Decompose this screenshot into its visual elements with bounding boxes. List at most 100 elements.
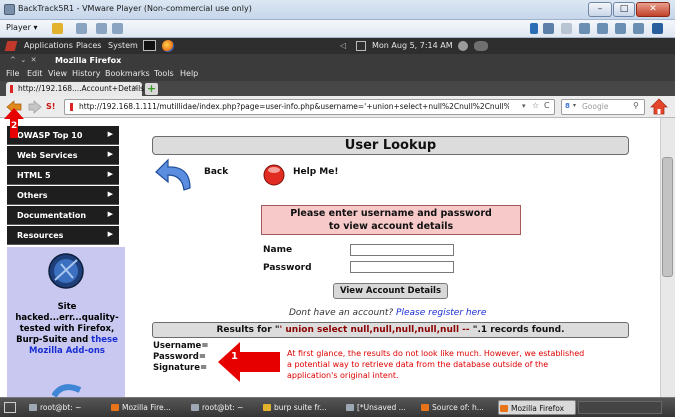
menu-bookmarks[interactable]: Bookmarks: [105, 69, 150, 78]
register-link[interactable]: Please register here: [396, 308, 486, 318]
help-icon[interactable]: [262, 163, 286, 187]
vmware-titlebar: BackTrack5R1 - VMware Player (Non-commer…: [0, 0, 675, 20]
firefox-menubar: File Edit View History Bookmarks Tools H…: [0, 68, 675, 81]
close-button[interactable]: ✕: [636, 2, 670, 17]
message-icon[interactable]: [652, 23, 663, 34]
maximize-button[interactable]: □: [613, 2, 635, 17]
search-placeholder: Google: [582, 102, 609, 111]
bookmark-star-icon[interactable]: ☆: [532, 101, 539, 110]
url-text[interactable]: http://192.168.1.111/mutillidae/index.ph…: [79, 102, 509, 111]
terminal-icon: [191, 404, 199, 411]
scrollbar-thumb[interactable]: [662, 157, 673, 277]
forward-arrow-icon[interactable]: [28, 100, 42, 114]
result-signature-label: Signature=: [153, 363, 208, 373]
sidebar-item-web-services[interactable]: Web Services ▶: [7, 146, 119, 165]
menu-help[interactable]: Help: [180, 69, 198, 78]
menu-file[interactable]: File: [6, 69, 19, 78]
home-icon[interactable]: [650, 98, 668, 115]
taskbar-item[interactable]: root@bt: ~: [28, 400, 108, 415]
editor-icon: [346, 404, 354, 411]
user-icon[interactable]: [458, 41, 468, 51]
tab-strip: http://192.168....Account+Details ✕ +: [0, 81, 675, 96]
firefox-window-title: Mozilla Firefox: [55, 56, 122, 65]
back-curved-arrow-icon[interactable]: [154, 158, 194, 194]
applications-menu[interactable]: Applications: [24, 41, 73, 50]
pause-icon[interactable]: [52, 23, 63, 34]
new-tab-button[interactable]: +: [145, 83, 158, 95]
menu-view[interactable]: View: [48, 69, 67, 78]
url-bar[interactable]: http://192.168.1.111/mutillidae/index.ph…: [64, 99, 555, 115]
taskbar-item[interactable]: Mozilla Fire...: [110, 400, 188, 415]
network-icon[interactable]: [356, 41, 366, 51]
annotation-arrow-1: [218, 342, 280, 382]
device-usb-icon[interactable]: [579, 23, 590, 34]
search-box[interactable]: 8 ▾ Google ⚲: [561, 99, 645, 115]
unity-icon[interactable]: [112, 23, 123, 34]
prompt-line-1: Please enter username and password: [290, 208, 492, 219]
taskbar-item-label: Mozilla Fire...: [122, 403, 171, 412]
vmware-window-title: BackTrack5R1 - VMware Player (Non-commer…: [18, 4, 252, 13]
devices-arrow-icon[interactable]: [530, 23, 538, 34]
submenu-arrow-icon: ▶: [107, 170, 113, 178]
menu-tools[interactable]: Tools: [154, 69, 174, 78]
places-menu[interactable]: Places: [76, 41, 101, 50]
terminal-launcher-icon[interactable]: [143, 40, 156, 51]
tab-title: http://192.168....Account+Details: [18, 84, 145, 93]
sidebar-item-label: HTML 5: [17, 171, 51, 180]
screen: BackTrack5R1 - VMware Player (Non-commer…: [0, 0, 675, 417]
device-network-icon[interactable]: [543, 23, 554, 34]
sidebar-item-resources[interactable]: Resources ▶: [7, 226, 119, 245]
sidebar-item-others[interactable]: Others ▶: [7, 186, 119, 205]
minimize-button[interactable]: –: [588, 2, 612, 17]
tab-close-icon[interactable]: ✕: [132, 84, 138, 92]
firefox-launcher-icon[interactable]: [162, 40, 174, 52]
result-username-label: Username=: [153, 341, 209, 351]
stumble-icon[interactable]: S!: [46, 101, 59, 113]
taskbar-item[interactable]: Source of: h...: [420, 400, 496, 415]
menu-edit[interactable]: Edit: [27, 69, 43, 78]
name-input[interactable]: [350, 244, 454, 256]
taskbar-item[interactable]: root@bt: ~: [190, 400, 268, 415]
window-controls-icon[interactable]: ^ ⌄ ✕: [10, 56, 37, 64]
show-desktop-icon[interactable]: [4, 402, 16, 413]
device-cd-icon[interactable]: [561, 23, 572, 34]
taskbar-item-active[interactable]: Mozilla Firefox: [498, 400, 576, 415]
workspace-switcher[interactable]: [578, 401, 662, 414]
clock[interactable]: Mon Aug 5, 7:14 AM: [372, 41, 453, 50]
device-hdd-icon[interactable]: [633, 23, 644, 34]
engine-dropdown-icon[interactable]: ▾: [573, 102, 576, 109]
taskbar-item[interactable]: burp suite fr...: [262, 400, 348, 415]
sidebar-item-label: Web Services: [17, 151, 78, 160]
sidebar-tagline: Site hacked...err...quality-tested with …: [9, 302, 125, 357]
help-me-link[interactable]: Help Me!: [293, 167, 338, 177]
tab-user-lookup[interactable]: http://192.168....Account+Details ✕: [6, 82, 145, 96]
sidebar-item-html5[interactable]: HTML 5 ▶: [7, 166, 119, 185]
reload-icon[interactable]: C: [544, 101, 550, 110]
menu-history[interactable]: History: [72, 69, 100, 78]
results-bar: Results for "' union select null,null,nu…: [152, 322, 629, 338]
system-menu[interactable]: System: [108, 41, 138, 50]
fullscreen-icon[interactable]: [96, 23, 107, 34]
sidebar-item-label: Documentation: [17, 211, 87, 220]
device-printer-icon[interactable]: [597, 23, 608, 34]
terminal-icon: [29, 404, 37, 411]
player-menu[interactable]: Player ▾: [6, 23, 37, 32]
taskbar-item[interactable]: [*Unsaved ...: [345, 400, 431, 415]
url-dropdown-icon[interactable]: ▾: [522, 102, 526, 110]
firefox-icon: [500, 405, 508, 412]
submenu-arrow-icon: ▶: [107, 210, 113, 218]
view-account-details-button[interactable]: View Account Details: [333, 283, 448, 299]
sidebar-item-documentation[interactable]: Documentation ▶: [7, 206, 119, 225]
google-engine-icon[interactable]: 8: [565, 102, 570, 110]
send-keys-icon[interactable]: [76, 23, 87, 34]
results-query: ' union select null,null,null,null,null …: [279, 325, 473, 335]
vmware-app-icon: [4, 4, 15, 15]
device-sound-icon[interactable]: [615, 23, 626, 34]
result-password-label: Password=: [153, 352, 206, 362]
power-icon[interactable]: [474, 41, 488, 51]
sidebar-item-label: OWASP Top 10: [17, 131, 83, 140]
back-link[interactable]: Back: [204, 167, 228, 177]
search-magnifier-icon[interactable]: ⚲: [633, 101, 639, 110]
password-input[interactable]: [350, 261, 454, 273]
volume-icon[interactable]: ◁: [340, 41, 346, 50]
